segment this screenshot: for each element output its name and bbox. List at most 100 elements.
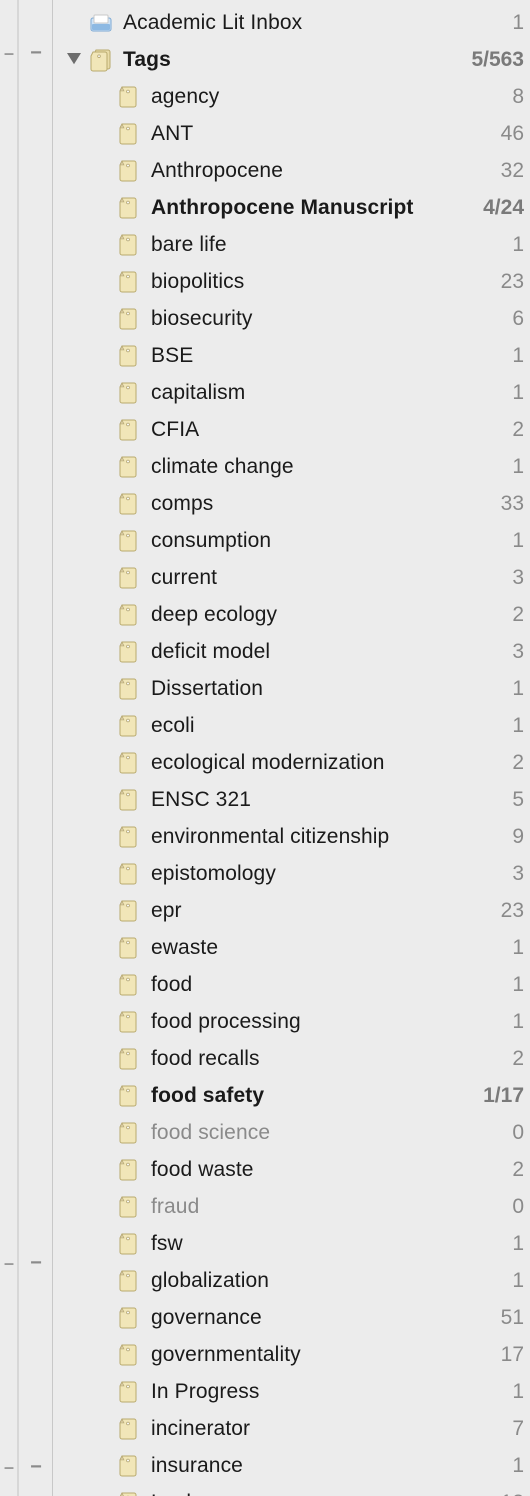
tag-icon xyxy=(115,1008,143,1036)
tag-row[interactable]: consumption1 xyxy=(53,522,530,559)
tag-row[interactable]: Anthropocene Manuscript4/24 xyxy=(53,189,530,226)
tag-row[interactable]: agency8 xyxy=(53,78,530,115)
tag-row[interactable]: food processing1 xyxy=(53,1003,530,1040)
tag-row[interactable]: ewaste1 xyxy=(53,929,530,966)
gutter-mark-icon: – xyxy=(2,44,16,62)
tag-count: 1 xyxy=(504,344,524,368)
tag-row[interactable]: BSE1 xyxy=(53,337,530,374)
tag-row[interactable]: governance51 xyxy=(53,1299,530,1336)
tag-label: food science xyxy=(151,1121,504,1145)
tag-count: 1 xyxy=(504,1010,524,1034)
tag-count: 32 xyxy=(493,159,524,183)
collapse-button[interactable]: − xyxy=(27,43,45,63)
tag-row[interactable]: In Progress1 xyxy=(53,1373,530,1410)
tag-icon xyxy=(115,749,143,777)
tag-row[interactable]: Lookup18 xyxy=(53,1484,530,1496)
tag-label: incinerator xyxy=(151,1417,504,1441)
tag-label: food recalls xyxy=(151,1047,504,1071)
disclosure-triangle-icon[interactable] xyxy=(61,53,87,67)
tag-label: capitalism xyxy=(151,381,504,405)
gutter-mark-icon: – xyxy=(2,1254,16,1272)
tag-label: food xyxy=(151,973,504,997)
tag-row[interactable]: incinerator7 xyxy=(53,1410,530,1447)
tag-row[interactable]: deep ecology2 xyxy=(53,596,530,633)
tag-count: 1 xyxy=(504,1269,524,1293)
tag-row[interactable]: fraud0 xyxy=(53,1188,530,1225)
tag-count: 1 xyxy=(504,714,524,738)
tag-label: biosecurity xyxy=(151,307,504,331)
tag-count: 3 xyxy=(504,862,524,886)
tag-row[interactable]: Anthropocene32 xyxy=(53,152,530,189)
tag-label: Dissertation xyxy=(151,677,504,701)
tag-row[interactable]: ecological modernization2 xyxy=(53,744,530,781)
tag-icon xyxy=(115,527,143,555)
tag-count: 5 xyxy=(504,788,524,812)
tag-icon xyxy=(115,638,143,666)
tag-icon xyxy=(115,675,143,703)
tag-row[interactable]: environmental citizenship9 xyxy=(53,818,530,855)
tag-row[interactable]: ENSC 3215 xyxy=(53,781,530,818)
tag-count: 0 xyxy=(504,1121,524,1145)
tag-row[interactable]: food recalls2 xyxy=(53,1040,530,1077)
tag-label: epistomology xyxy=(151,862,504,886)
tag-count: 1 xyxy=(504,455,524,479)
tag-count: 1 xyxy=(504,529,524,553)
tag-row[interactable]: ecoli1 xyxy=(53,707,530,744)
tag-row[interactable]: current3 xyxy=(53,559,530,596)
tag-icon xyxy=(115,1230,143,1258)
tag-icon xyxy=(115,786,143,814)
tag-row[interactable]: deficit model3 xyxy=(53,633,530,670)
tag-label: ecological modernization xyxy=(151,751,504,775)
tag-count: 2 xyxy=(504,418,524,442)
tag-icon xyxy=(115,342,143,370)
tag-label: current xyxy=(151,566,504,590)
tag-label: BSE xyxy=(151,344,504,368)
tag-label: governmentality xyxy=(151,1343,493,1367)
tag-count: 33 xyxy=(493,492,524,516)
tag-row[interactable]: climate change1 xyxy=(53,448,530,485)
collapse-button[interactable]: − xyxy=(27,1457,45,1477)
tag-label: biopolitics xyxy=(151,270,493,294)
tag-row[interactable]: governmentality17 xyxy=(53,1336,530,1373)
tag-label: insurance xyxy=(151,1454,504,1478)
tag-count: 1/17 xyxy=(475,1084,524,1108)
tags-list: agency8ANT46Anthropocene32Anthropocene M… xyxy=(53,78,530,1496)
tag-icon xyxy=(115,1267,143,1295)
tag-label: ecoli xyxy=(151,714,504,738)
tag-row[interactable]: CFIA2 xyxy=(53,411,530,448)
tag-row[interactable]: ANT46 xyxy=(53,115,530,152)
tag-icon xyxy=(115,194,143,222)
tag-icon xyxy=(115,823,143,851)
tag-icon xyxy=(115,564,143,592)
tag-row[interactable]: insurance1 xyxy=(53,1447,530,1484)
tag-icon xyxy=(115,490,143,518)
inbox-label: Academic Lit Inbox xyxy=(123,11,504,35)
tag-icon xyxy=(115,971,143,999)
tag-row[interactable]: bare life1 xyxy=(53,226,530,263)
tag-count: 1 xyxy=(504,936,524,960)
tag-row[interactable]: food safety1/17 xyxy=(53,1077,530,1114)
tag-label: ENSC 321 xyxy=(151,788,504,812)
tag-count: 1 xyxy=(504,973,524,997)
tag-row[interactable]: Dissertation1 xyxy=(53,670,530,707)
collapse-button[interactable]: − xyxy=(27,1253,45,1273)
inbox-row[interactable]: Academic Lit Inbox 1 xyxy=(53,4,530,41)
tag-row[interactable]: food1 xyxy=(53,966,530,1003)
tag-row[interactable]: comps33 xyxy=(53,485,530,522)
left-gutter: ––– xyxy=(0,0,18,1496)
tags-group-label: Tags xyxy=(123,48,463,72)
tag-row[interactable]: biosecurity6 xyxy=(53,300,530,337)
tag-row[interactable]: epistomology3 xyxy=(53,855,530,892)
tag-count: 23 xyxy=(493,899,524,923)
tag-label: deficit model xyxy=(151,640,504,664)
tag-row[interactable]: fsw1 xyxy=(53,1225,530,1262)
tag-row[interactable]: food science0 xyxy=(53,1114,530,1151)
tag-row[interactable]: capitalism1 xyxy=(53,374,530,411)
tag-icon xyxy=(115,1156,143,1184)
tag-row[interactable]: epr23 xyxy=(53,892,530,929)
tag-row[interactable]: food waste2 xyxy=(53,1151,530,1188)
tag-icon xyxy=(115,1119,143,1147)
tags-group-row[interactable]: Tags 5/563 xyxy=(53,41,530,78)
tag-row[interactable]: biopolitics23 xyxy=(53,263,530,300)
tag-row[interactable]: globalization1 xyxy=(53,1262,530,1299)
